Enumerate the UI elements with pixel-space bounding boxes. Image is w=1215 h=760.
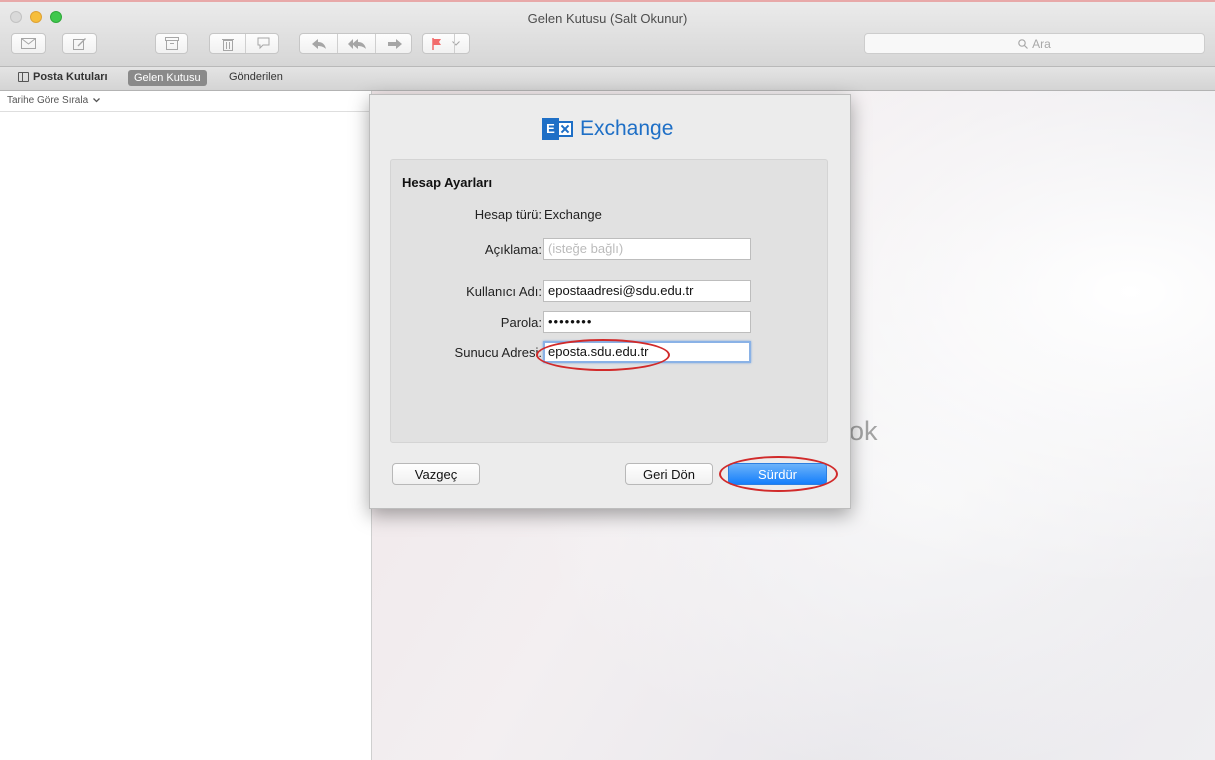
password-field[interactable]: ••••••••	[543, 311, 751, 333]
account-type-value: Exchange	[544, 207, 602, 222]
account-settings-panel: Hesap Ayarları Hesap türü: Exchange Açık…	[390, 159, 828, 443]
server-label: Sunucu Adresi:	[454, 345, 542, 360]
forward-icon	[387, 38, 402, 49]
favorites-bar: Posta Kutuları Gelen Kutusu Gönderilen	[0, 67, 1215, 91]
flag-button[interactable]	[422, 33, 470, 54]
sort-label: Tarihe Göre Sırala	[7, 95, 89, 106]
logo-x-mark	[557, 121, 573, 137]
reply-icon	[311, 38, 326, 49]
account-type-label: Hesap türü:	[474, 207, 542, 222]
title-accent	[0, 0, 1215, 2]
compose-icon	[72, 37, 86, 50]
reply-button[interactable]	[300, 34, 337, 53]
description-label: Açıklama:	[484, 242, 542, 257]
exchange-brand: E Exchange	[542, 114, 673, 144]
continue-button[interactable]: Sürdür	[728, 463, 827, 485]
search-placeholder: Ara	[1032, 36, 1051, 51]
forward-button[interactable]	[376, 34, 413, 53]
no-message-text: ok	[849, 416, 878, 446]
section-title: Hesap Ayarları	[402, 175, 493, 190]
chevron-down-icon	[92, 98, 100, 103]
envelope-icon	[21, 38, 36, 49]
description-field[interactable]: (isteğe bağlı)	[543, 238, 751, 260]
flag-icon	[432, 37, 441, 50]
password-label: Parola:	[500, 315, 542, 330]
server-address-field[interactable]: eposta.sdu.edu.tr	[543, 341, 751, 363]
favorite-inbox[interactable]: Gelen Kutusu	[128, 70, 207, 86]
mailboxes-toggle[interactable]: Posta Kutuları	[18, 71, 108, 83]
reply-all-icon	[347, 38, 366, 49]
trash-icon	[221, 38, 234, 51]
cancel-button[interactable]: Vazgeç	[392, 463, 480, 485]
back-button[interactable]: Geri Dön	[625, 463, 713, 485]
sort-menu[interactable]: Tarihe Göre Sırala	[0, 91, 371, 112]
brand-name: Exchange	[580, 117, 674, 140]
junk-button[interactable]	[246, 34, 280, 53]
delete-junk-group	[209, 33, 279, 54]
archive-icon	[164, 37, 179, 50]
username-field[interactable]: epostaadresi@sdu.edu.tr	[543, 280, 751, 302]
username-label: Kullanıcı Adı:	[466, 284, 542, 299]
reply-all-button[interactable]	[338, 34, 375, 53]
segment-divider	[454, 34, 455, 53]
message-list[interactable]: Tarihe Göre Sırala	[0, 91, 372, 760]
archive-button[interactable]	[155, 33, 188, 54]
reply-group	[299, 33, 412, 54]
favorite-sent[interactable]: Gönderilen	[229, 71, 283, 83]
search-input[interactable]: Ara	[864, 33, 1205, 54]
get-mail-button[interactable]	[11, 33, 46, 54]
window-toolbar: Gelen Kutusu (Salt Okunur) Ara	[0, 0, 1215, 67]
window-title: Gelen Kutusu (Salt Okunur)	[527, 11, 688, 26]
sidebar-icon	[18, 72, 29, 82]
mailboxes-label: Posta Kutuları	[33, 71, 108, 83]
exchange-logo-icon: E	[542, 116, 574, 142]
account-settings-sheet: E Exchange Hesap Ayarları Hesap türü: Ex…	[369, 94, 851, 509]
compose-button[interactable]	[62, 33, 97, 54]
trash-button[interactable]	[210, 34, 245, 53]
search-icon	[1018, 38, 1029, 49]
junk-icon	[257, 37, 269, 50]
